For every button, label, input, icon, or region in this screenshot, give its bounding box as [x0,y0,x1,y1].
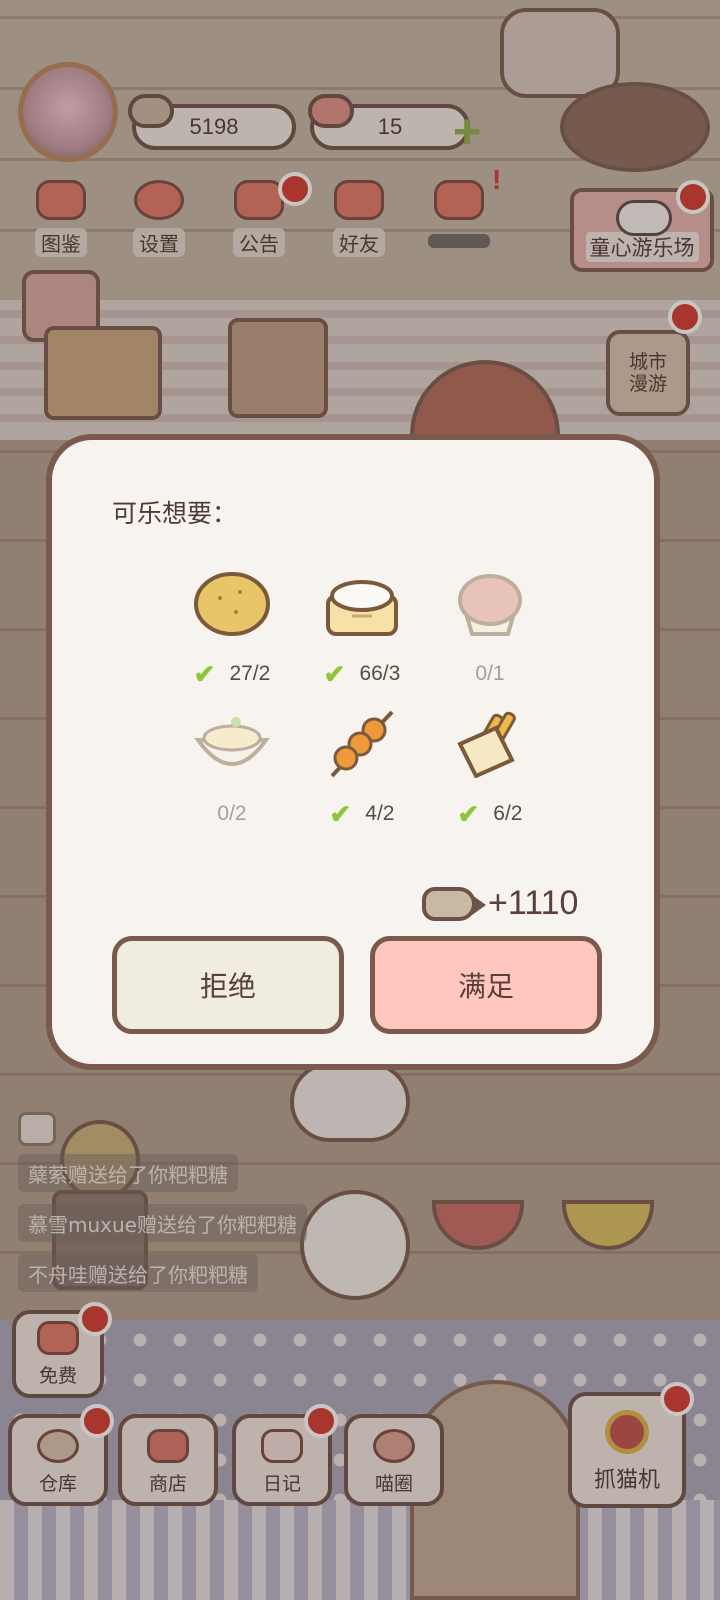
steamed-bun-icon [326,580,398,636]
request-item-muffin: 0/1 [430,568,550,688]
check-icon: ✔ [323,658,346,689]
dialog-title: 可乐想要： [112,499,238,528]
request-item-fries: ✔ 6/2 [430,708,550,829]
fish-coin-icon [422,886,486,921]
request-item-potato: ✔ 27/2 [172,568,292,689]
item-progress: 0/1 [475,662,505,685]
reward: +1110 [422,884,578,923]
accept-button[interactable]: 满足 [370,936,602,1034]
request-item-rice-bowl: 0/2 [172,708,292,828]
item-progress: 4/2 [365,802,395,825]
request-dialog: 可乐想要： ✔ 27/2 ✔ 66/3 0/1 0/2 ✔ 4/2 ✔ 6/2 … [46,434,660,1070]
item-progress: 27/2 [229,662,271,685]
request-item-steamed-bun: ✔ 66/3 [302,568,422,689]
fries-icon [457,711,516,779]
reject-button[interactable]: 拒绝 [112,936,344,1034]
potato-icon [194,572,270,636]
reward-amount: +1110 [488,884,579,922]
item-progress: 66/3 [359,662,401,685]
check-icon: ✔ [457,798,480,829]
check-icon: ✔ [193,658,216,689]
request-item-fishball-skewer: ✔ 4/2 [302,708,422,829]
check-icon: ✔ [329,798,352,829]
muffin-icon [458,574,522,636]
skewer-icon [330,710,394,778]
rice-bowl-icon [194,717,270,766]
item-progress: 6/2 [493,802,523,825]
item-progress: 0/2 [217,802,247,825]
